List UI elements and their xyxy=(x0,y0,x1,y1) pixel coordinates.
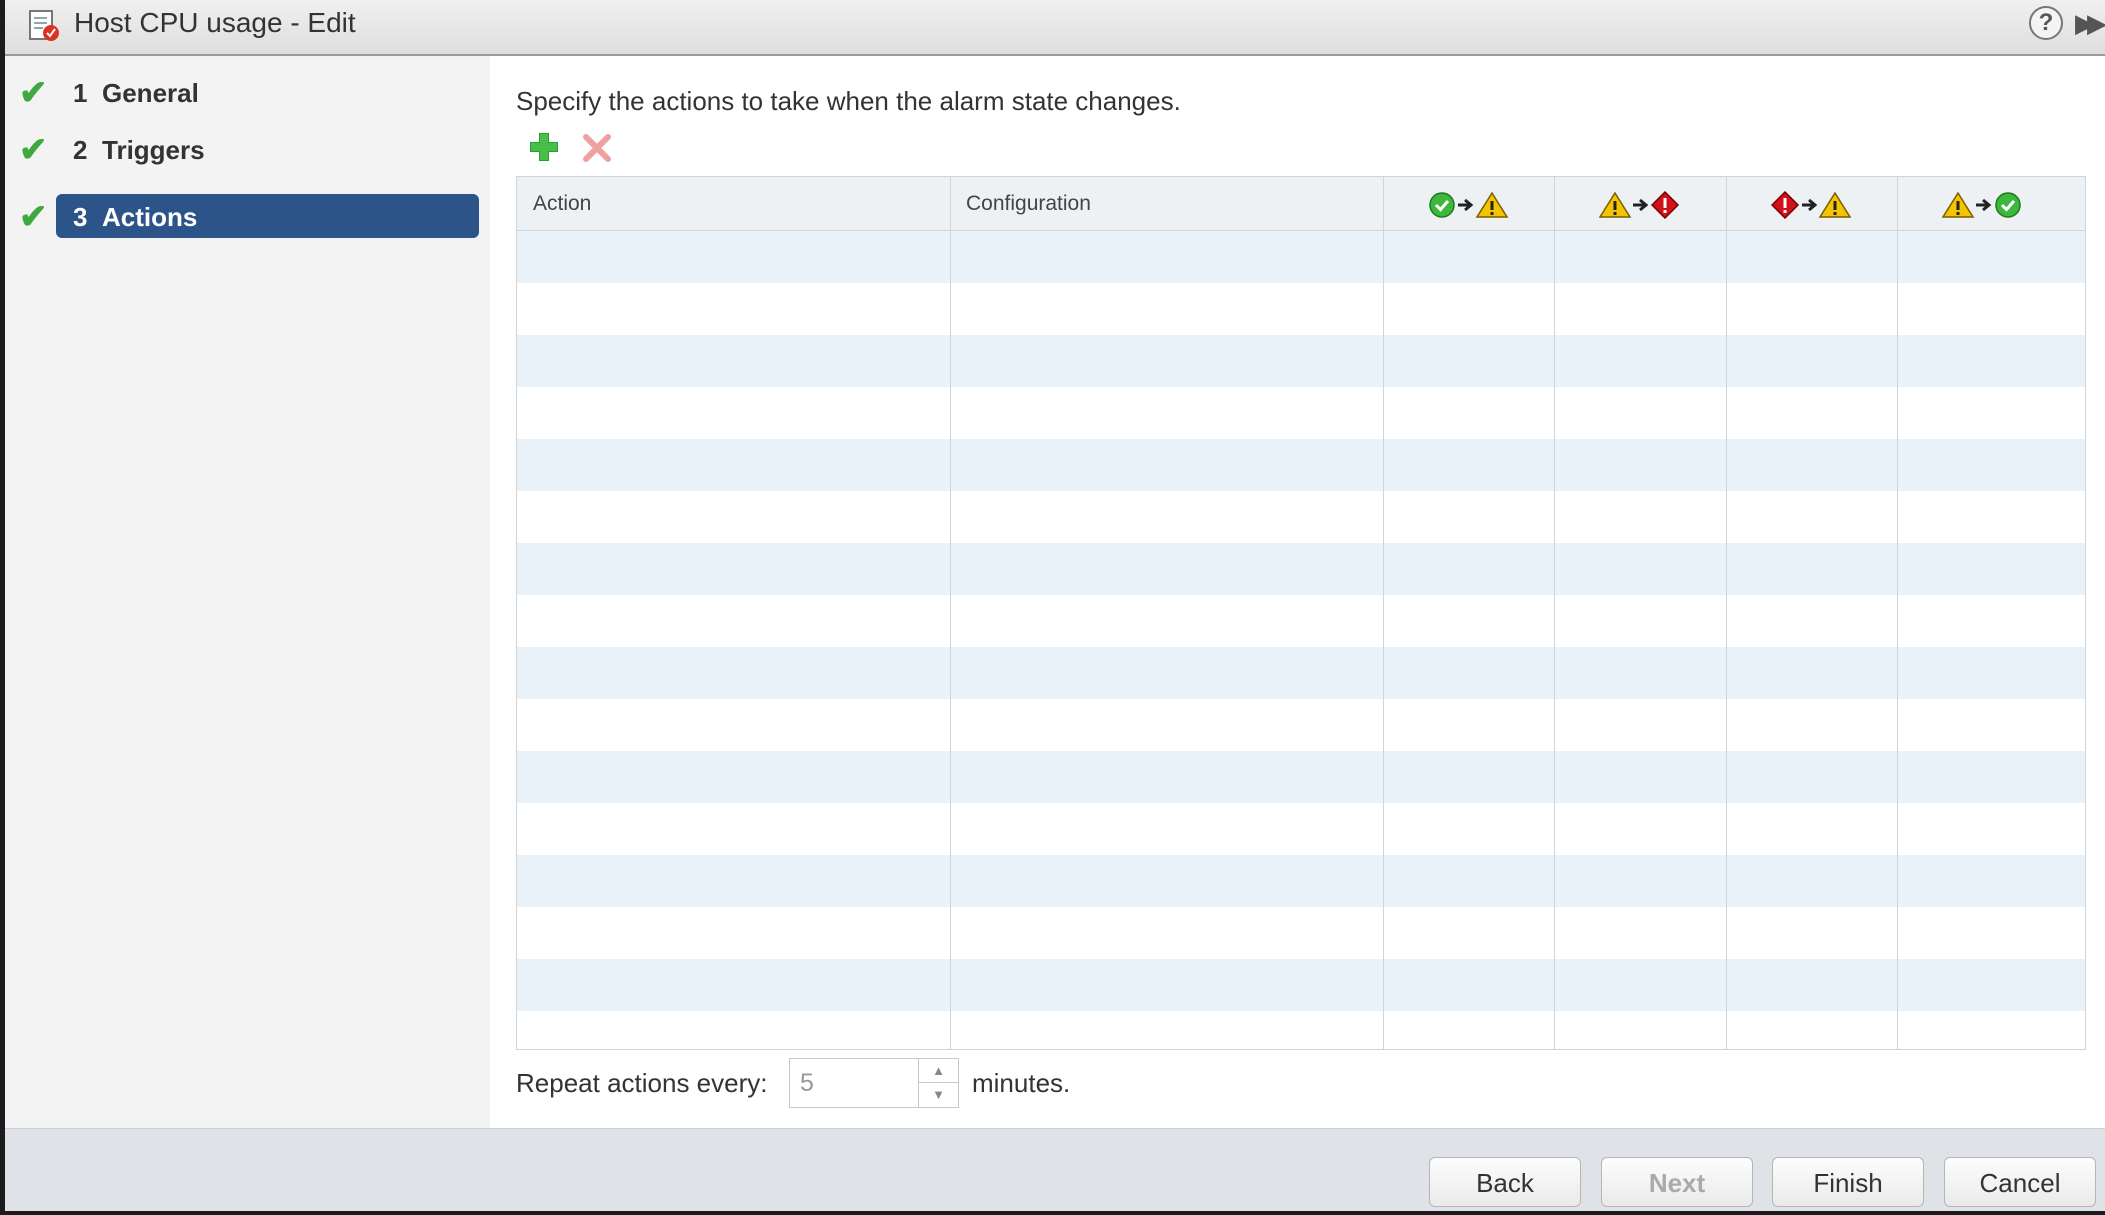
table-row[interactable] xyxy=(517,491,2085,543)
remove-action-icon[interactable] xyxy=(581,132,613,164)
table-row[interactable] xyxy=(517,543,2085,595)
column-divider xyxy=(1897,177,1898,1049)
table-row[interactable] xyxy=(517,803,2085,855)
check-icon: ✔ xyxy=(19,74,48,112)
step-number: 2 xyxy=(73,135,88,165)
table-row[interactable] xyxy=(517,283,2085,335)
step-number: 3 xyxy=(73,202,88,232)
actions-table: Action Configuration xyxy=(516,176,2086,1050)
warning-to-alert-icon[interactable] xyxy=(1599,191,1681,219)
column-header-action[interactable]: Action xyxy=(517,177,950,230)
normal-to-warning-icon[interactable] xyxy=(1428,191,1510,219)
next-button[interactable]: Next xyxy=(1601,1157,1753,1207)
column-divider xyxy=(1383,177,1384,1049)
increment-arrow-icon[interactable]: ▲ xyxy=(918,1059,958,1083)
table-row[interactable] xyxy=(517,959,2085,1011)
check-icon: ✔ xyxy=(19,131,48,169)
repeat-unit-label: minutes. xyxy=(972,1068,1071,1098)
edit-alarm-dialog: Host CPU usage - Edit ? ▶▶ ✔ 1 General ✔… xyxy=(5,0,2105,1211)
step-label: Actions xyxy=(102,202,198,232)
step-label: General xyxy=(102,78,199,108)
step-general[interactable]: ✔ 1 General xyxy=(5,68,490,120)
actions-panel: Specify the actions to take when the ala… xyxy=(490,56,2105,1128)
warning-to-normal-icon[interactable] xyxy=(1942,191,2024,219)
column-divider xyxy=(1726,177,1727,1049)
finish-button[interactable]: Finish xyxy=(1772,1157,1924,1207)
repeat-interval-input[interactable] xyxy=(790,1059,918,1107)
column-header-configuration[interactable]: Configuration xyxy=(950,177,1383,230)
expand-icon[interactable]: ▶▶ xyxy=(2075,8,2105,39)
step-label: Triggers xyxy=(102,135,205,165)
alert-to-warning-icon[interactable] xyxy=(1771,191,1853,219)
cancel-button[interactable]: Cancel xyxy=(1944,1157,2096,1207)
table-row[interactable] xyxy=(517,699,2085,751)
table-row[interactable] xyxy=(517,647,2085,699)
table-row[interactable] xyxy=(517,595,2085,647)
table-row[interactable] xyxy=(517,907,2085,959)
decrement-arrow-icon[interactable]: ▼ xyxy=(918,1083,958,1107)
help-icon[interactable]: ? xyxy=(2029,6,2063,40)
table-row[interactable] xyxy=(517,439,2085,491)
dialog-title: Host CPU usage - Edit xyxy=(74,7,356,38)
step-number: 1 xyxy=(73,78,88,108)
instruction-text: Specify the actions to take when the ala… xyxy=(516,86,1181,116)
step-actions[interactable]: ✔ 3 Actions xyxy=(5,192,490,244)
table-header: Action Configuration xyxy=(517,177,2085,231)
back-button[interactable]: Back xyxy=(1429,1157,1581,1207)
step-triggers[interactable]: ✔ 2 Triggers xyxy=(5,125,490,177)
table-row[interactable] xyxy=(517,387,2085,439)
wizard-footer: Back Next Finish Cancel xyxy=(5,1128,2105,1211)
title-bar[interactable]: Host CPU usage - Edit ? ▶▶ xyxy=(5,0,2105,56)
repeat-actions-label: Repeat actions every: xyxy=(516,1068,768,1098)
table-row[interactable] xyxy=(517,751,2085,803)
column-divider xyxy=(950,177,951,1049)
table-row[interactable] xyxy=(517,335,2085,387)
table-row[interactable] xyxy=(517,231,2085,283)
check-icon: ✔ xyxy=(19,198,48,236)
table-row[interactable] xyxy=(517,855,2085,907)
repeat-interval-stepper[interactable]: ▲ ▼ xyxy=(789,1058,959,1108)
column-divider xyxy=(1554,177,1555,1049)
wizard-steps-sidebar: ✔ 1 General ✔ 2 Triggers ✔ 3 Actions xyxy=(5,56,490,1128)
alarm-definition-icon xyxy=(29,10,59,41)
add-action-icon[interactable] xyxy=(527,130,561,164)
